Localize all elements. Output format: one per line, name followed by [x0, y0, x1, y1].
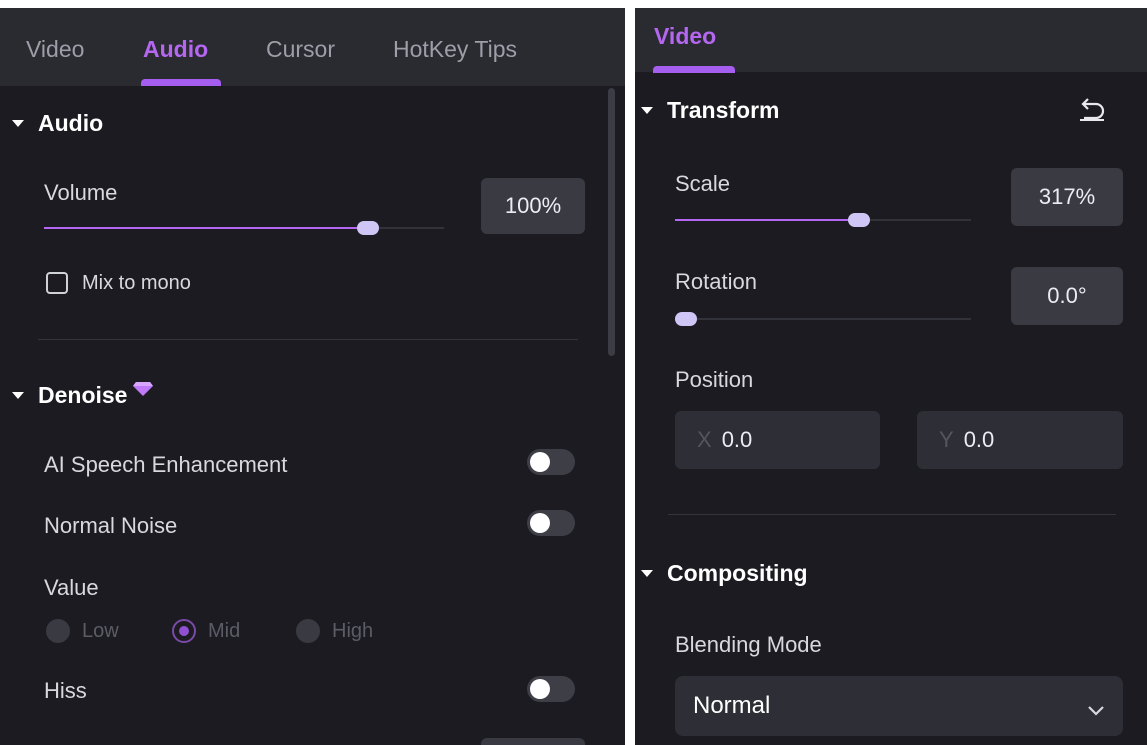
caret-down-icon: [641, 570, 653, 577]
scale-slider-thumb[interactable]: [847, 213, 870, 227]
caret-down-icon: [12, 392, 24, 399]
volume-slider-fill: [44, 227, 368, 229]
volume-value-box[interactable]: 100%: [481, 178, 585, 234]
diamond-icon: [133, 375, 154, 402]
radio-high[interactable]: [296, 619, 320, 643]
left-tabbar: Video Audio Cursor HotKey Tips: [0, 8, 625, 86]
tab-cursor[interactable]: Cursor: [266, 36, 335, 63]
section-divider: [668, 514, 1116, 515]
scale-value-box[interactable]: 317%: [1011, 168, 1123, 226]
mix-to-mono-checkbox[interactable]: [46, 272, 68, 294]
blending-mode-dropdown[interactable]: Normal: [675, 676, 1123, 736]
hiss-label: Hiss: [44, 678, 87, 703]
toggle-knob: [530, 452, 550, 472]
toggle-knob: [530, 513, 550, 533]
mix-to-mono-label: Mix to mono: [82, 272, 191, 294]
caret-down-icon: [641, 107, 653, 114]
denoise-section-title: Denoise: [38, 382, 128, 408]
tab-audio[interactable]: Audio: [143, 36, 208, 63]
scale-slider-fill: [675, 219, 859, 221]
ai-speech-enhancement-label: AI Speech Enhancement: [44, 452, 288, 477]
rotation-slider-thumb[interactable]: [675, 312, 697, 326]
position-x-field[interactable]: X 0.0: [675, 411, 880, 469]
toggle-knob: [530, 679, 550, 699]
transform-section-header[interactable]: Transform: [641, 97, 779, 124]
scale-value: 317%: [1038, 184, 1096, 209]
position-y-value: 0.0: [963, 427, 995, 452]
rotation-slider[interactable]: [675, 318, 971, 320]
rotation-label: Rotation: [675, 269, 757, 294]
caret-down-icon: [12, 120, 24, 127]
denoise-section-header[interactable]: Denoise: [12, 382, 154, 409]
ai-speech-enhancement-toggle[interactable]: [527, 449, 575, 475]
value-label: Value: [44, 575, 99, 600]
chevron-down-icon: [1087, 696, 1105, 724]
radio-selected-dot: [179, 626, 189, 636]
audio-section-header[interactable]: Audio: [12, 110, 103, 137]
left-properties-panel: Video Audio Cursor HotKey Tips Audio Vol…: [0, 8, 625, 745]
tab-video[interactable]: Video: [26, 36, 84, 63]
tab-hotkey-tips[interactable]: HotKey Tips: [393, 36, 517, 63]
volume-slider-thumb[interactable]: [357, 221, 379, 235]
volume-value: 100%: [504, 193, 562, 218]
rotation-value-box[interactable]: 0.0°: [1011, 267, 1123, 325]
x-axis-label: X: [697, 427, 712, 452]
normal-noise-label: Normal Noise: [44, 513, 178, 538]
tab-video[interactable]: Video: [654, 23, 716, 50]
right-tabbar: Video: [635, 8, 1147, 73]
scrollbar[interactable]: [608, 88, 615, 356]
normal-noise-toggle[interactable]: [527, 510, 575, 536]
hiss-toggle[interactable]: [527, 676, 575, 702]
position-x-value: 0.0: [721, 427, 753, 452]
blending-mode-value: Normal: [693, 692, 771, 719]
radio-mid-label: Mid: [208, 620, 241, 642]
radio-mid[interactable]: [172, 619, 196, 643]
compositing-section-header[interactable]: Compositing: [641, 560, 808, 587]
radio-low[interactable]: [46, 619, 70, 643]
volume-label: Volume: [44, 180, 118, 205]
active-tab-indicator: [141, 79, 221, 86]
section-divider: [38, 339, 578, 340]
blending-mode-label: Blending Mode: [675, 632, 822, 657]
y-axis-label: Y: [939, 427, 954, 452]
audio-section-title: Audio: [38, 110, 104, 136]
position-label: Position: [675, 367, 754, 392]
scale-label: Scale: [675, 171, 731, 196]
compositing-section-title: Compositing: [667, 560, 808, 586]
rotation-value: 0.0°: [1047, 283, 1087, 308]
active-tab-indicator: [653, 66, 735, 73]
radio-low-label: Low: [82, 620, 119, 642]
undo-icon[interactable]: [1076, 98, 1106, 127]
scale-slider[interactable]: [675, 219, 971, 221]
right-properties-panel: Video Transform Scale 317% Rotation 0.0°…: [635, 8, 1147, 745]
position-y-field[interactable]: Y 0.0: [917, 411, 1123, 469]
transform-section-title: Transform: [667, 97, 780, 123]
volume-slider[interactable]: [44, 227, 444, 229]
next-row-value-box[interactable]: [481, 738, 585, 745]
radio-high-label: High: [332, 620, 374, 642]
